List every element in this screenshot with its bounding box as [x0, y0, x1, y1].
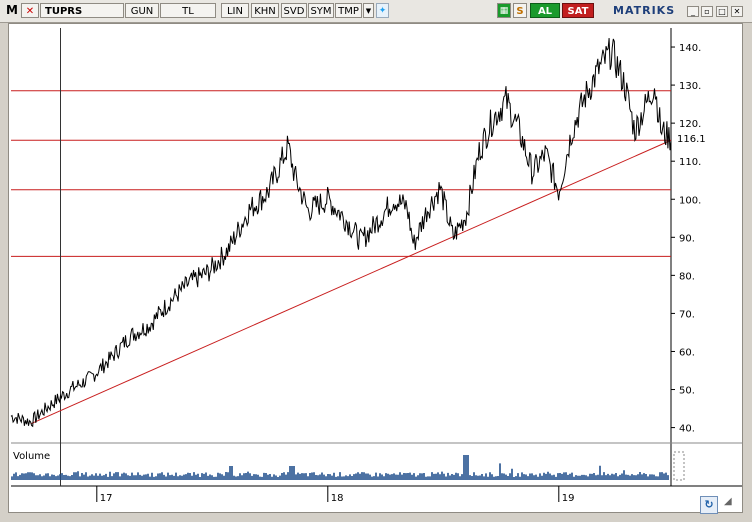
y-tick-label: 120.: [679, 119, 701, 130]
sym-button[interactable]: SYM: [308, 3, 334, 18]
close-symbol-icon[interactable]: ✕: [21, 3, 39, 18]
y-tick-label: 110.: [679, 157, 701, 168]
sell-button[interactable]: SAT: [562, 3, 594, 18]
y-tick-label: 60.: [679, 347, 695, 358]
volume-bars: [11, 455, 669, 480]
template-dropdown-icon[interactable]: ▼: [363, 3, 374, 18]
period-button[interactable]: GUN: [125, 3, 159, 18]
linear-scale-button[interactable]: LIN: [221, 3, 249, 18]
y-tick-label: 80.: [679, 271, 695, 282]
template-button[interactable]: TMP: [335, 3, 362, 18]
buy-button[interactable]: AL: [530, 3, 560, 18]
last-price-label: 116.1: [677, 134, 706, 145]
price-chart[interactable]: 140. 130. 120. 110. 100. 90. 80. 70. 60. 50. 40. 11…: [9, 24, 742, 512]
y-tick-label: 50.: [679, 386, 695, 397]
x-tick-label: 18: [331, 493, 344, 504]
y-tick-label: 70.: [679, 309, 695, 320]
y-tick-label: 90.: [679, 233, 695, 244]
app-logo: M: [6, 3, 18, 17]
chart-panel[interactable]: 140. 130. 120. 110. 100. 90. 80. 70. 60. 50. 40. 11…: [8, 23, 743, 513]
restore-window-icon[interactable]: ▫: [701, 6, 713, 17]
sync-icon[interactable]: ↻: [700, 496, 718, 514]
x-tick-label: 17: [100, 493, 113, 504]
maximize-window-icon[interactable]: □: [716, 6, 728, 17]
refresh-icon[interactable]: S: [513, 3, 527, 18]
matriks-logo: MATRIKS: [613, 4, 676, 17]
trendline: [30, 139, 672, 425]
y-tick-label: 40.: [679, 424, 695, 435]
currency-button[interactable]: TL: [160, 3, 216, 18]
volume-label: Volume: [13, 451, 50, 462]
volume-scale-box: [673, 451, 685, 481]
svd-button[interactable]: SVD: [281, 3, 307, 18]
resize-grip-icon[interactable]: ◢: [724, 496, 744, 514]
close-window-icon[interactable]: ✕: [731, 6, 743, 17]
y-tick-label: 140.: [679, 43, 701, 54]
chart-layout-icon[interactable]: ▦: [497, 3, 511, 18]
x-tick-label: 19: [562, 493, 575, 504]
price-series-line: [10, 38, 672, 428]
khn-button[interactable]: KHN: [251, 3, 279, 18]
minimize-window-icon[interactable]: _: [687, 6, 699, 17]
twitter-icon[interactable]: ✦: [376, 3, 389, 18]
y-tick-label: 100.: [679, 195, 701, 206]
symbol-field[interactable]: TUPRS: [40, 3, 124, 18]
y-tick-label: 130.: [679, 81, 701, 92]
toolbar: M ✕ TUPRS GUN TL LIN KHN SVD SYM TMP ▼ ✦…: [0, 0, 752, 23]
